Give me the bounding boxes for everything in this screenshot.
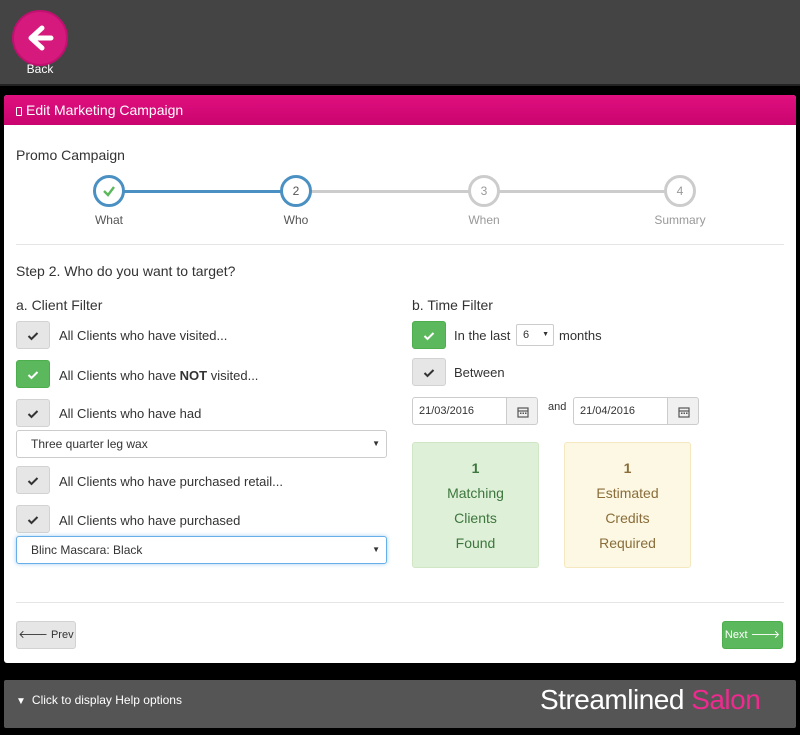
check-icon [27,410,39,419]
to-date-picker-button[interactable] [667,397,699,425]
from-date-input[interactable]: 21/03/2016 [412,397,507,425]
wizard-line-done [124,190,294,193]
arrow-left-icon: 🡐 [18,629,48,641]
wizard-step-when[interactable]: 3 [468,175,500,207]
brand-logo: Streamlined Salon [540,684,761,716]
in-the-last-label: In the last [454,328,511,343]
next-button[interactable]: Next 🡒 [722,621,783,649]
matching-line1: Matching [447,485,504,501]
panel-header: Edit Marketing Campaign [4,95,796,125]
help-label: Click to display Help options [31,693,182,707]
divider [16,602,784,603]
toggle-had[interactable] [16,399,50,427]
check-icon [103,186,115,197]
and-label: and [548,401,567,413]
credits-line2: Credits [605,510,650,526]
matching-clients-box: 1 Matching Clients Found [412,442,539,568]
service-select[interactable]: Three quarter leg wax ▼ [16,430,387,458]
top-bar: Back [0,0,800,86]
option-not-visited-text: All Clients who have [59,368,180,383]
check-icon [423,332,435,341]
toggle-purchased-retail[interactable] [16,466,50,494]
matching-line3: Found [455,535,496,551]
wizard-label-when: When [468,213,500,227]
edit-campaign-panel: Edit Marketing Campaign Promo Campaign W… [4,95,796,663]
product-select-value: Blinc Mascara: Black [31,543,143,557]
campaign-name: Promo Campaign [16,147,125,163]
months-label: months [559,328,602,343]
check-icon [27,332,39,341]
wizard-step-what[interactable] [93,175,125,207]
credits-line3: Required [599,535,656,551]
wizard-step-summary[interactable]: 4 [664,175,696,207]
wizard-step-who[interactable]: 2 [280,175,312,207]
to-date-input[interactable]: 21/04/2016 [573,397,668,425]
matching-line2: Clients [454,510,497,526]
option-visited-label: All Clients who have visited... [59,328,228,343]
option-had-label: All Clients who have had [59,406,202,421]
toggle-purchased[interactable] [16,505,50,533]
toggle-not-visited[interactable] [16,360,50,388]
back-button[interactable] [12,10,68,66]
divider [16,244,784,245]
from-date-picker-button[interactable] [506,397,538,425]
wizard-label-summary: Summary [654,213,706,227]
option-purchased-label: All Clients who have purchased [59,513,241,528]
calendar-icon [517,407,529,418]
check-icon [27,477,39,486]
toggle-visited[interactable] [16,321,50,349]
calendar-icon [678,407,690,418]
between-label: Between [454,365,505,380]
check-icon [423,369,435,378]
client-filter-title: a. Client Filter [16,297,103,313]
back-label: Back [26,62,54,76]
check-icon [27,516,39,525]
option-not-visited-text-end: visited... [207,368,259,383]
panel-title: Edit Marketing Campaign [26,102,184,118]
step-question: Step 2. Who do you want to target? [16,263,236,279]
option-not-visited-label: All Clients who have NOT visited... [59,368,258,383]
toggle-in-the-last[interactable] [412,321,446,349]
wizard-progress: What 2 Who 3 When 4 Summary [4,175,796,227]
prev-label: Prev [50,629,74,641]
credits-line1: Estimated [596,485,659,501]
caret-down-icon: ▼ [542,331,549,338]
option-purchased-retail-label: All Clients who have purchased retail... [59,474,284,489]
document-icon [16,107,22,116]
matching-count: 1 [471,460,480,476]
service-select-value: Three quarter leg wax [31,437,148,451]
product-select[interactable]: Blinc Mascara: Black ▼ [16,536,387,564]
estimated-credits-box: 1 Estimated Credits Required [564,442,691,568]
toggle-between[interactable] [412,358,446,386]
caret-down-icon: ▼ [372,439,380,448]
arrow-left-icon [28,25,54,51]
months-select-value: 6 [523,329,530,341]
prev-button[interactable]: 🡐 Prev [16,621,76,649]
credits-count: 1 [623,460,632,476]
chevron-down-icon: ▼ [16,696,26,707]
arrow-right-icon: 🡒 [750,629,781,641]
option-not-visited-bold: NOT [179,368,208,383]
time-filter-title: b. Time Filter [412,297,493,313]
wizard-label-who: Who [283,213,309,227]
next-label: Next [724,629,748,641]
brand-text: Streamlined [540,684,692,715]
months-select[interactable]: 6 ▼ [516,324,554,346]
check-icon [27,371,39,380]
help-toggle[interactable]: ▼ Click to display Help options [16,693,182,707]
help-footer: ▼ Click to display Help options Streamlin… [4,680,796,728]
caret-down-icon: ▼ [372,545,380,554]
brand-text-accent: Salon [691,684,761,715]
wizard-label-what: What [94,213,123,227]
